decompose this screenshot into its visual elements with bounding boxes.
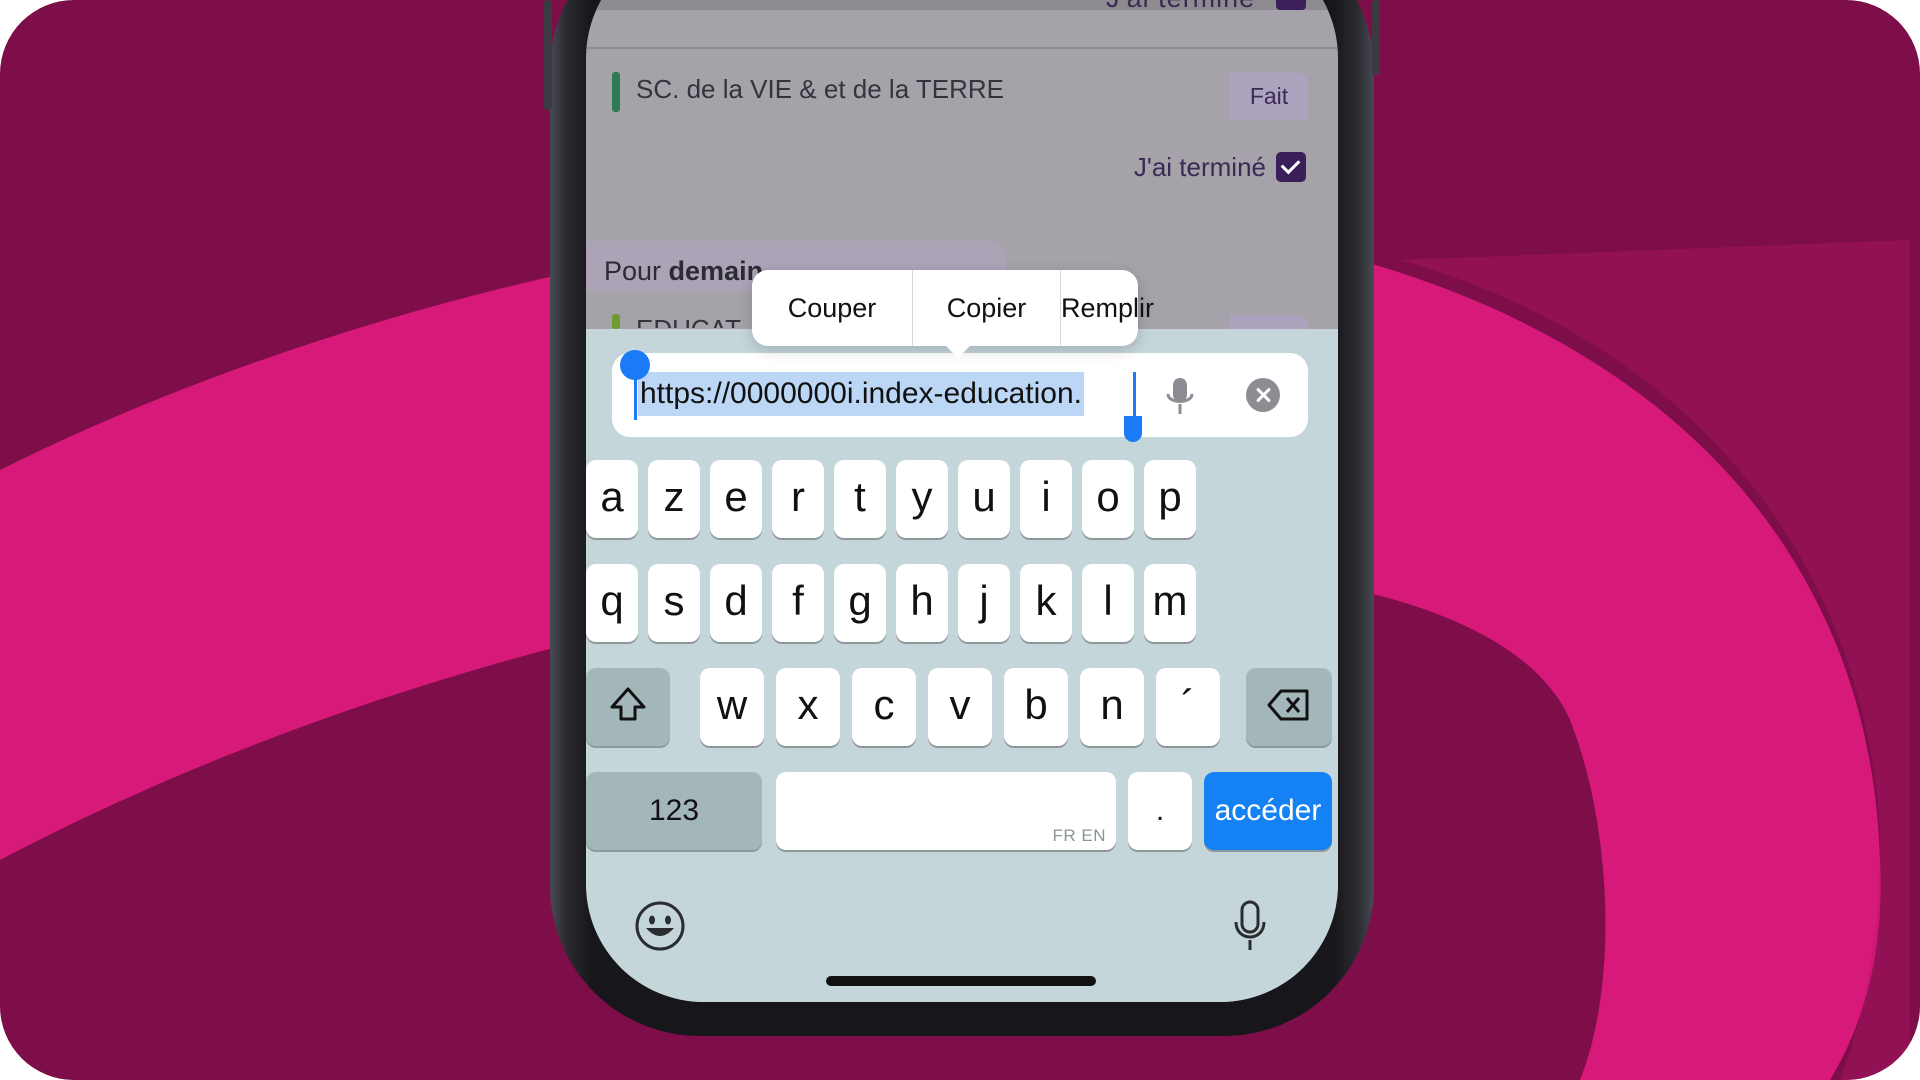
space-key[interactable]: FR EN [776, 772, 1116, 850]
key-accent[interactable]: ´ [1156, 668, 1220, 746]
key-p[interactable]: p [1144, 460, 1196, 538]
context-menu: Couper Copier Remplir [752, 270, 1154, 346]
key-f[interactable]: f [772, 564, 824, 642]
key-o[interactable]: o [1082, 460, 1134, 538]
key-c[interactable]: c [852, 668, 916, 746]
key-y[interactable]: y [896, 460, 948, 538]
key-a[interactable]: a [586, 460, 638, 538]
section-prefix: Pour [604, 256, 669, 286]
mic-icon[interactable] [1162, 374, 1198, 418]
home-indicator[interactable] [826, 976, 1096, 986]
dictation-mic-icon[interactable] [1232, 898, 1268, 954]
key-u[interactable]: u [958, 460, 1010, 538]
row-divider [586, 47, 1338, 49]
key-s[interactable]: s [648, 564, 700, 642]
shift-icon [610, 687, 646, 721]
key-e[interactable]: e [710, 460, 762, 538]
phone-screen: J'ai terminé SC. de la VIE & et de la TE… [586, 0, 1338, 1002]
done-checkbox[interactable] [1276, 152, 1306, 182]
key-j[interactable]: j [958, 564, 1010, 642]
next-subject-title: EDUCAT [636, 314, 741, 328]
done-label: J'ai terminé [1133, 152, 1266, 182]
key-t[interactable]: t [834, 460, 886, 538]
key-d[interactable]: d [710, 564, 762, 642]
key-g[interactable]: g [834, 564, 886, 642]
emoji-icon[interactable] [634, 900, 686, 952]
clear-icon[interactable] [1246, 378, 1280, 412]
key-n[interactable]: n [1080, 668, 1144, 746]
selection-start-handle[interactable] [620, 350, 650, 380]
copy-button[interactable]: Copier [913, 270, 1060, 346]
key-v[interactable]: v [928, 668, 992, 746]
key-q[interactable]: q [586, 564, 638, 642]
autofill-button[interactable]: Remplir [1061, 270, 1154, 346]
previous-done-label: J'ai terminé [1106, 0, 1255, 10]
status-badge: Fait [1230, 72, 1308, 120]
key-w[interactable]: w [700, 668, 764, 746]
numbers-key[interactable]: 123 [586, 772, 762, 850]
key-l[interactable]: l [1082, 564, 1134, 642]
key-b[interactable]: b [1004, 668, 1068, 746]
delete-icon [1267, 689, 1309, 721]
key-r[interactable]: r [772, 460, 824, 538]
go-key[interactable]: accéder [1204, 772, 1332, 850]
section-bold: demain [668, 256, 764, 286]
period-key[interactable]: . [1128, 772, 1192, 850]
delete-key[interactable] [1246, 668, 1332, 746]
phone-power-button [1372, 0, 1380, 75]
context-menu-arrow [944, 344, 972, 358]
key-x[interactable]: x [776, 668, 840, 746]
key-i[interactable]: i [1020, 460, 1072, 538]
space-languages: FR EN [1052, 826, 1106, 845]
key-m[interactable]: m [1144, 564, 1196, 642]
key-k[interactable]: k [1020, 564, 1072, 642]
subject-title: SC. de la VIE & et de la TERRE [636, 74, 1005, 104]
url-selected-text[interactable]: https://0000000i.index-education. [638, 372, 1084, 416]
previous-done-checkbox[interactable] [1276, 0, 1306, 10]
key-h[interactable]: h [896, 564, 948, 642]
subject-color-bar [612, 72, 620, 112]
next-subject-color-bar [612, 314, 620, 329]
shift-key[interactable] [586, 668, 670, 746]
key-z[interactable]: z [648, 460, 700, 538]
phone-volume-button [544, 0, 552, 110]
selection-end-handle[interactable] [1124, 416, 1142, 442]
stage: J'ai terminé SC. de la VIE & et de la TE… [0, 0, 1920, 1080]
cut-button[interactable]: Couper [752, 270, 912, 346]
